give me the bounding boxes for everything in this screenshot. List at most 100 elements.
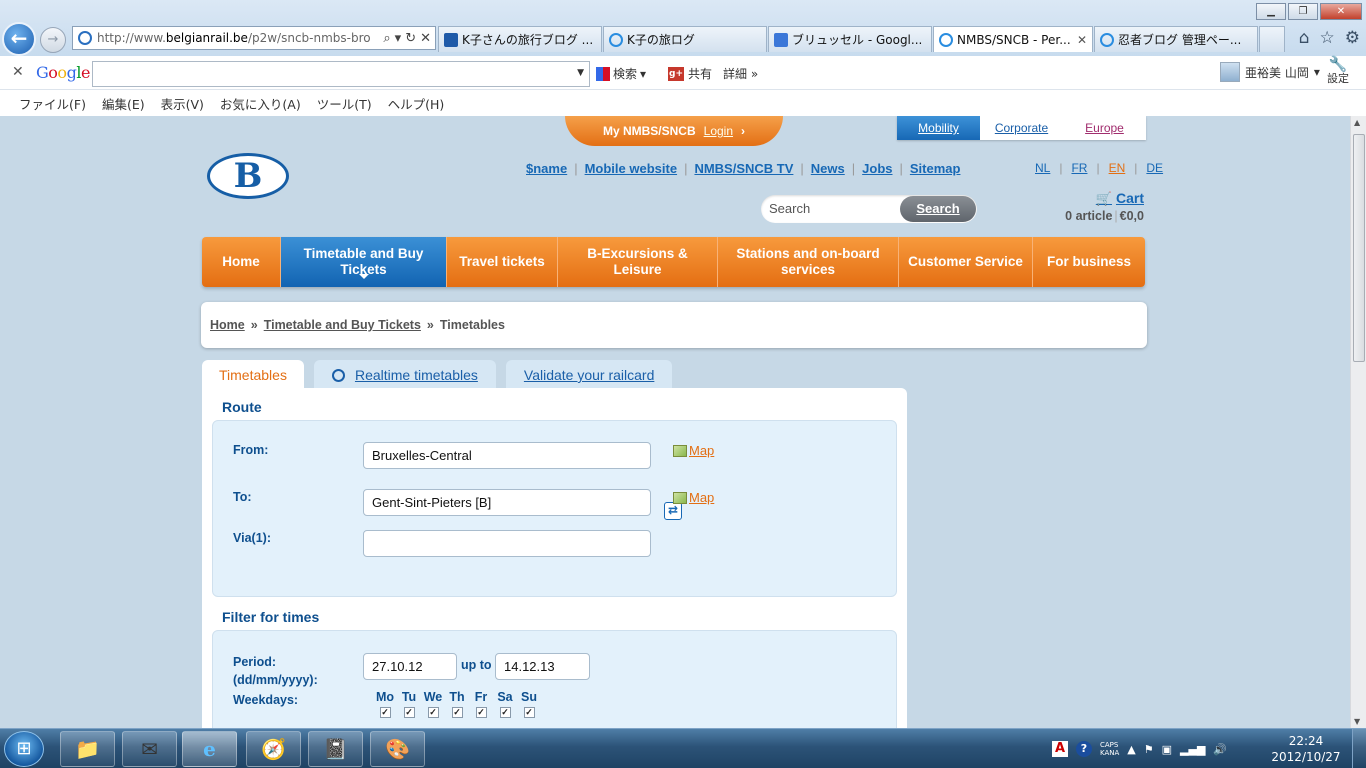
tab-timetables[interactable]: Timetables [202, 360, 304, 388]
lang-en[interactable]: EN [1109, 161, 1126, 175]
safari-taskbar-button[interactable]: 🧭 [246, 731, 301, 767]
address-url[interactable]: http://www.belgianrail.be/p2w/sncb-nmbs-… [97, 31, 383, 45]
ie-taskbar-button[interactable]: e [182, 731, 237, 767]
action-center-icon[interactable]: ⚑ [1144, 743, 1154, 756]
restore-button[interactable]: ❐ [1288, 3, 1318, 20]
menu-view[interactable]: 表示(V) [161, 94, 204, 113]
forward-button[interactable]: → [40, 27, 66, 53]
menu-edit[interactable]: 編集(E) [102, 94, 145, 113]
lang-de[interactable]: DE [1146, 161, 1163, 175]
link-mobile-website[interactable]: Mobile website [585, 161, 677, 176]
google-search-button[interactable]: 検索 ▾ [596, 65, 646, 82]
device-icon[interactable]: ▣ [1162, 743, 1172, 756]
menu-help[interactable]: ヘルプ(H) [388, 94, 445, 113]
tab-europe[interactable]: Europe [1063, 116, 1146, 140]
close-window-button[interactable]: ✕ [1320, 3, 1362, 20]
menu-tools[interactable]: ツール(T) [317, 94, 372, 113]
new-tab-button[interactable] [1259, 26, 1285, 52]
adobe-icon[interactable]: A [1052, 741, 1068, 757]
menu-favorites[interactable]: お気に入り(A) [220, 94, 301, 113]
cart-link[interactable]: 🛒 Cart [1060, 190, 1144, 207]
volume-icon[interactable]: 🔊 [1213, 743, 1227, 756]
login-link[interactable]: Login [704, 124, 733, 138]
paint-taskbar-button[interactable]: 🎨 [370, 731, 425, 767]
via-field[interactable] [363, 530, 651, 557]
user-account-button[interactable]: 亜裕美 山岡 ▾ [1220, 62, 1320, 82]
notes-taskbar-button[interactable]: 📓 [308, 731, 363, 767]
link-news[interactable]: News [811, 161, 845, 176]
nav-home[interactable]: Home [202, 237, 281, 287]
lang-nl[interactable]: NL [1035, 161, 1050, 175]
help-icon[interactable]: ? [1076, 741, 1092, 757]
from-map-link[interactable]: Map [673, 443, 714, 458]
tab-mobility[interactable]: Mobility [897, 116, 980, 140]
back-button[interactable]: ← [2, 22, 36, 56]
nav-timetable-buy-tickets[interactable]: Timetable and Buy Tickets [281, 237, 447, 287]
from-field[interactable]: Bruxelles-Central [363, 442, 651, 469]
browser-tab-active[interactable]: NMBS/SNCB - Per... ✕ [933, 26, 1093, 52]
browser-tab[interactable]: 忍者ブログ 管理ペー... [1094, 26, 1258, 52]
weekday-checkbox[interactable]: ✓ [379, 707, 391, 718]
menu-file[interactable]: ファイル(F) [19, 94, 86, 113]
google-search-input[interactable]: ▼ [92, 61, 590, 87]
weekday-checkbox[interactable]: ✓ [475, 707, 487, 718]
weekday-checkbox[interactable]: ✓ [499, 707, 511, 718]
scroll-up-icon[interactable]: ▲ [1354, 118, 1360, 127]
start-button[interactable]: ⊞ [4, 731, 44, 767]
nav-excursions-leisure[interactable]: B-Excursions & Leisure [558, 237, 718, 287]
show-desktop-button[interactable] [1352, 729, 1366, 768]
breadcrumb-timetable[interactable]: Timetable and Buy Tickets [264, 318, 421, 332]
scrollbar-thumb[interactable] [1353, 134, 1365, 362]
clock[interactable]: 22:24 2012/10/27 [1268, 733, 1344, 765]
network-signal-icon[interactable]: ▂▄▆ [1180, 743, 1205, 756]
more-button[interactable]: 詳細 » [723, 65, 758, 82]
settings-button[interactable]: 🔧 設定 [1327, 57, 1349, 86]
home-icon[interactable]: ⌂ [1299, 28, 1310, 48]
favorites-star-icon[interactable]: ☆ [1320, 28, 1335, 48]
tab-realtime-timetables[interactable]: Realtime timetables [313, 360, 496, 388]
link-tv[interactable]: NMBS/SNCB TV [694, 161, 793, 176]
nav-travel-tickets[interactable]: Travel tickets [447, 237, 558, 287]
link-name[interactable]: $name [526, 161, 567, 176]
to-field[interactable]: Gent-Sint-Pieters [B] [363, 489, 651, 516]
close-tab-icon[interactable]: ✕ [1077, 33, 1087, 47]
tray-expand-icon[interactable]: ▲ [1127, 743, 1135, 756]
search-icon[interactable]: ⌕ [383, 31, 390, 46]
nav-for-business[interactable]: For business [1033, 237, 1145, 287]
search-button[interactable]: Search [900, 196, 976, 222]
tab-validate-railcard[interactable]: Validate your railcard [505, 360, 673, 388]
minimize-button[interactable]: ▁ [1256, 3, 1286, 20]
close-toolbar-icon[interactable]: ✕ [12, 64, 24, 80]
ime-status[interactable]: CAPS KANA [1100, 741, 1119, 757]
gear-icon[interactable]: ⚙ [1345, 28, 1360, 48]
dropdown-icon[interactable]: ▾ [395, 31, 402, 46]
weekday-checkbox[interactable]: ✓ [451, 707, 463, 718]
stop-icon[interactable]: ✕ [420, 31, 431, 46]
nav-customer-service[interactable]: Customer Service [899, 237, 1033, 287]
browser-tab[interactable]: K子の旅ログ [603, 26, 767, 52]
link-sitemap[interactable]: Sitemap [910, 161, 961, 176]
lang-fr[interactable]: FR [1071, 161, 1087, 175]
mail-taskbar-button[interactable]: ✉ [122, 731, 177, 767]
search-input[interactable] [769, 201, 897, 216]
dropdown-icon[interactable]: ▼ [577, 68, 584, 78]
browser-tab[interactable]: ブリュッセル - Googl... [768, 26, 932, 52]
nav-stations-services[interactable]: Stations and on-board services [718, 237, 899, 287]
explorer-taskbar-button[interactable]: 📁 [60, 731, 115, 767]
period-from-field[interactable]: 27.10.12 [363, 653, 457, 680]
weekday-checkbox[interactable]: ✓ [523, 707, 535, 718]
vertical-scrollbar[interactable]: ▲ ▼ [1350, 116, 1366, 728]
tab-corporate[interactable]: Corporate [980, 116, 1063, 140]
link-jobs[interactable]: Jobs [862, 161, 892, 176]
address-bar[interactable]: http://www.belgianrail.be/p2w/sncb-nmbs-… [72, 26, 436, 50]
scroll-down-icon[interactable]: ▼ [1354, 717, 1360, 726]
period-to-field[interactable]: 14.12.13 [495, 653, 590, 680]
to-map-link[interactable]: Map [673, 490, 714, 505]
browser-tab[interactable]: K子さんの旅行ブログ ... [438, 26, 602, 52]
breadcrumb-home[interactable]: Home [210, 318, 245, 332]
weekday-checkbox[interactable]: ✓ [403, 707, 415, 718]
weekday-checkbox[interactable]: ✓ [427, 707, 439, 718]
share-button[interactable]: g+ 共有 [668, 65, 712, 82]
sncb-logo[interactable]: B [207, 153, 289, 199]
refresh-icon[interactable]: ↻ [405, 31, 416, 46]
